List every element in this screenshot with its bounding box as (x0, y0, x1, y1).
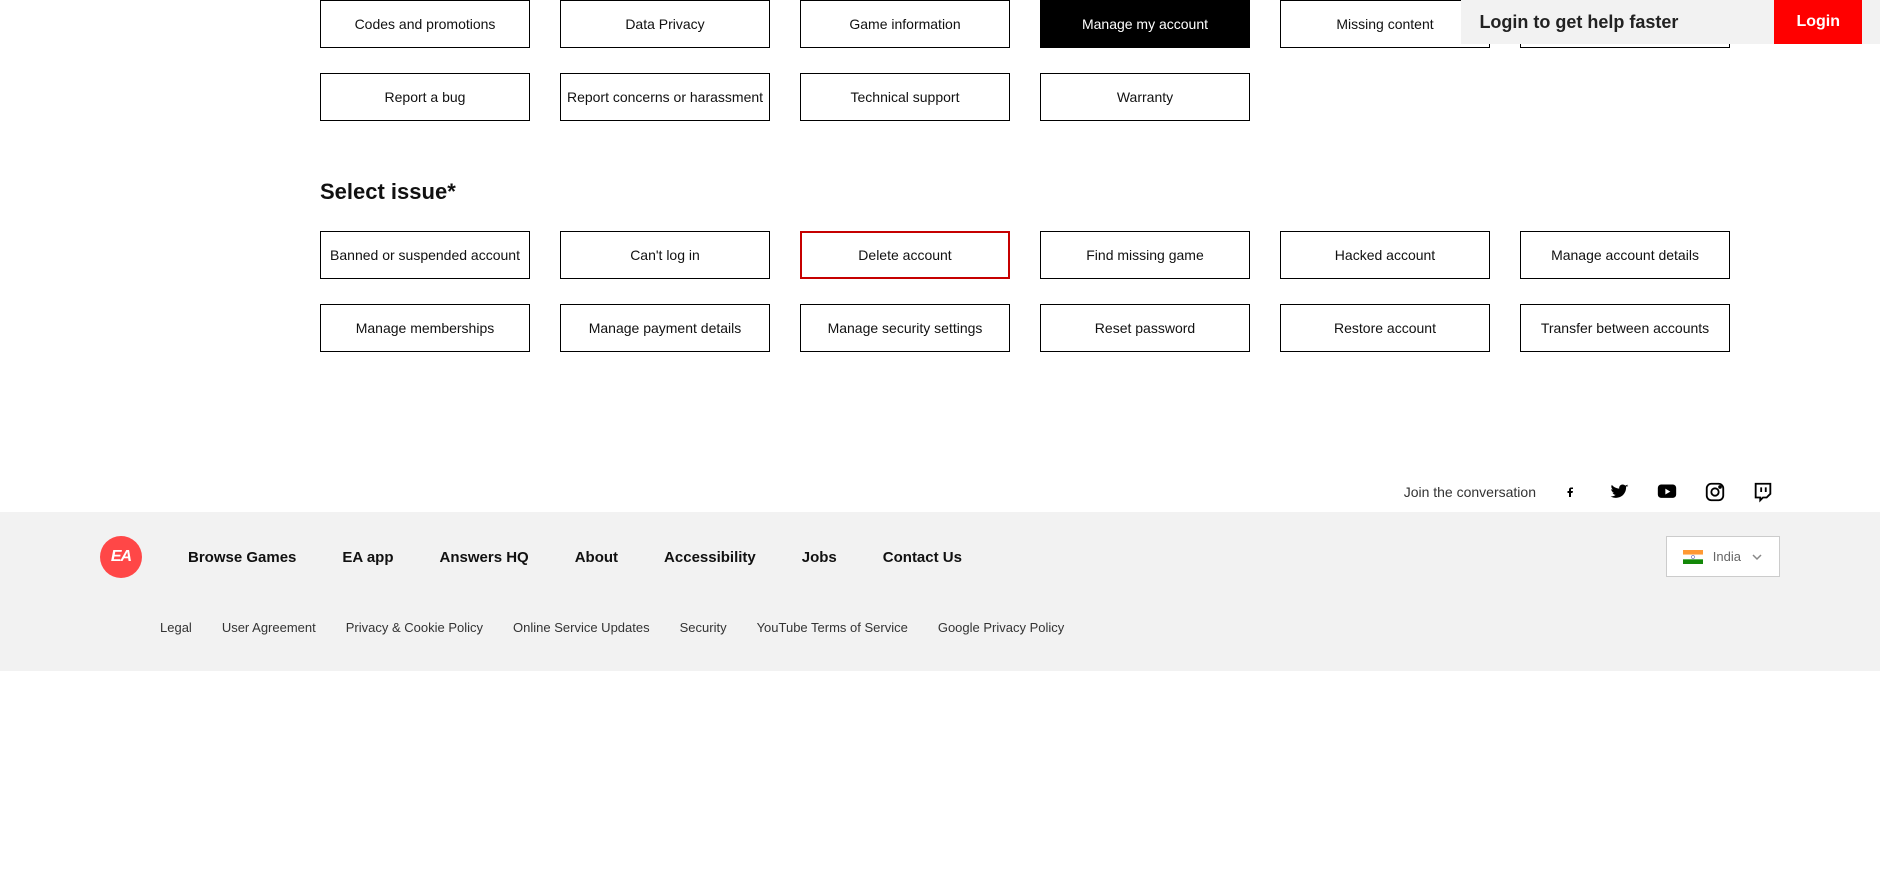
issue-option[interactable]: Manage security settings (800, 304, 1010, 352)
ea-logo[interactable]: EA (100, 536, 142, 578)
footer-link[interactable]: Browse Games (188, 549, 296, 566)
region-selector[interactable]: India (1666, 536, 1780, 577)
issue-option[interactable]: Transfer between accounts (1520, 304, 1730, 352)
footer-legal-link[interactable]: YouTube Terms of Service (757, 620, 908, 635)
issue-option[interactable]: Manage memberships (320, 304, 530, 352)
issue-option[interactable]: Manage account details (1520, 231, 1730, 279)
footer-top-row: EA Browse Games EA app Answers HQ About Acce… (100, 536, 1780, 578)
issue-option[interactable]: Restore account (1280, 304, 1490, 352)
select-issue-heading: Select issue* (320, 179, 1880, 205)
instagram-icon[interactable] (1698, 480, 1732, 504)
issue-option[interactable]: Reset password (1040, 304, 1250, 352)
footer-legal-link[interactable]: User Agreement (222, 620, 316, 635)
login-button[interactable]: Login (1774, 0, 1862, 44)
topic-option[interactable]: Manage my account (1040, 0, 1250, 48)
footer-legal-link[interactable]: Privacy & Cookie Policy (346, 620, 483, 635)
issue-grid: Banned or suspended account Can't log in D… (320, 231, 1880, 352)
footer-bottom-links: Legal User Agreement Privacy & Cookie Poli… (160, 620, 1780, 635)
topic-option[interactable]: Report a bug (320, 73, 530, 121)
footer: EA Browse Games EA app Answers HQ About Acce… (0, 512, 1880, 671)
india-flag-icon (1683, 550, 1703, 564)
footer-link[interactable]: Accessibility (664, 549, 756, 566)
join-conversation-text: Join the conversation (1404, 484, 1536, 500)
topic-option[interactable]: Technical support (800, 73, 1010, 121)
footer-legal-link[interactable]: Online Service Updates (513, 620, 650, 635)
topic-option[interactable]: Report concerns or harassment (560, 73, 770, 121)
twitter-icon[interactable] (1602, 480, 1636, 504)
footer-link[interactable]: EA app (342, 549, 393, 566)
twitch-icon[interactable] (1746, 480, 1780, 504)
issue-option[interactable]: Manage payment details (560, 304, 770, 352)
login-bar: Login to get help faster Login (1461, 0, 1880, 44)
footer-top-links: Browse Games EA app Answers HQ About Accessi… (188, 549, 962, 566)
footer-legal-link[interactable]: Legal (160, 620, 192, 635)
login-prompt-text: Login to get help faster (1479, 12, 1678, 33)
chevron-down-icon (1751, 551, 1763, 563)
youtube-icon[interactable] (1650, 480, 1684, 504)
topic-option[interactable]: Game information (800, 0, 1010, 48)
issue-option[interactable]: Delete account (800, 231, 1010, 279)
footer-link[interactable]: Answers HQ (440, 549, 529, 566)
footer-legal-link[interactable]: Security (680, 620, 727, 635)
facebook-icon[interactable] (1554, 480, 1588, 504)
social-bar: Join the conversation (0, 472, 1880, 512)
issue-option[interactable]: Hacked account (1280, 231, 1490, 279)
issue-option[interactable]: Banned or suspended account (320, 231, 530, 279)
topic-option[interactable]: Warranty (1040, 73, 1250, 121)
footer-link[interactable]: About (575, 549, 618, 566)
topic-option[interactable]: Codes and promotions (320, 0, 530, 48)
topic-option[interactable]: Data Privacy (560, 0, 770, 48)
topic-option[interactable]: Missing content (1280, 0, 1490, 48)
issue-option[interactable]: Find missing game (1040, 231, 1250, 279)
issue-option[interactable]: Can't log in (560, 231, 770, 279)
footer-link[interactable]: Jobs (802, 549, 837, 566)
footer-link[interactable]: Contact Us (883, 549, 962, 566)
region-label: India (1713, 549, 1741, 564)
footer-legal-link[interactable]: Google Privacy Policy (938, 620, 1064, 635)
